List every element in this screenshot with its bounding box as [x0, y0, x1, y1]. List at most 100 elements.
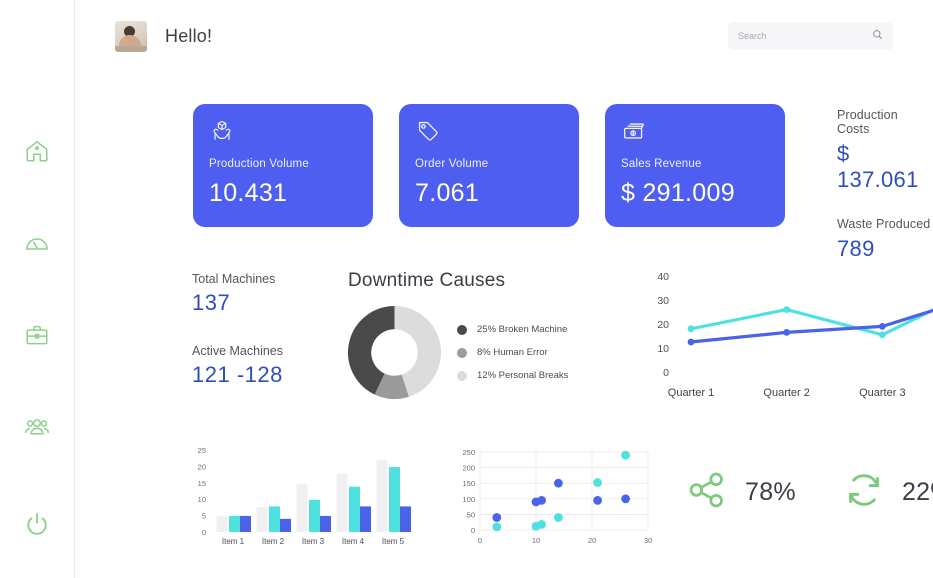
legend-label: 8% Human Error: [477, 347, 548, 358]
percent-value: 22%: [901, 478, 933, 506]
y-tick-label: 30: [657, 295, 669, 307]
y-tick-label: 0: [202, 528, 206, 537]
kpi-card-production-volume[interactable]: Production Volume 10.431: [193, 104, 373, 227]
stat-value: $ 137.061: [837, 141, 919, 192]
kpi-card-row: Production Volume 10.431 Order Volume 7.…: [193, 104, 785, 227]
y-tick-label: 15: [198, 479, 206, 488]
y-tick-label: 0: [663, 367, 669, 379]
kpi-label: Order Volume: [415, 158, 489, 170]
bar-y-axis: 0 5 10 15 20 25: [198, 446, 206, 537]
scatter-point: [593, 495, 602, 505]
scatter-chart: 0 50 100 150 200 250 0 10 20 30: [462, 448, 652, 545]
share-network-icon: [685, 468, 729, 517]
machine-stats: Total Machines 137 Active Machines 121 -…: [192, 272, 283, 388]
line-data-point: [687, 338, 695, 346]
home-icon: [24, 138, 50, 164]
y-tick-label: 20: [657, 319, 669, 331]
line-data-point: [878, 323, 886, 330]
stat-label: Active Machines: [192, 344, 284, 358]
scatter-point: [593, 478, 602, 487]
search-icon[interactable]: [872, 27, 883, 45]
avatar-foreground: [115, 45, 147, 52]
stat-active-machines: Active Machines 121 -128: [192, 344, 283, 388]
bar-rect: [309, 499, 320, 532]
line-series-group: [687, 306, 933, 346]
main-content: Hello! Search Production Volume 10.431 O…: [75, 0, 933, 578]
x-tick-label: 20: [588, 536, 596, 545]
y-tick-label: 40: [657, 271, 669, 283]
y-tick-label: 10: [657, 343, 669, 355]
sidebar-item-home[interactable]: [14, 128, 60, 174]
bar-rect: [336, 473, 348, 532]
donut-segment: [374, 373, 409, 399]
legend-swatch-human-error: [457, 347, 467, 358]
refresh-cycle-icon: [842, 468, 886, 517]
kpi-label: Sales Revenue: [621, 158, 702, 170]
bar-rect: [296, 484, 308, 532]
x-tick-label: Item 4: [342, 537, 365, 546]
line-x-axis: Quarter 1Quarter 2Quarter 3Quarter 4: [668, 387, 906, 399]
x-tick-label: 0: [478, 536, 482, 545]
y-tick-label: 10: [198, 495, 206, 504]
kpi-value: $ 291.009: [621, 179, 735, 207]
kpi-value: 10.431: [209, 179, 288, 207]
kpi-card-order-volume[interactable]: Order Volume 7.061: [399, 104, 579, 227]
scatter-point: [554, 513, 563, 522]
x-tick-label: Quarter 3: [859, 387, 905, 399]
x-tick-label: Quarter 1: [668, 387, 714, 399]
sidebar-item-work[interactable]: [14, 312, 60, 358]
legend-label: 12% Personal Breaks: [477, 370, 569, 381]
bar-rect: [349, 486, 360, 532]
sidebar-item-dashboard[interactable]: [14, 220, 60, 266]
line-data-point: [687, 325, 695, 333]
y-tick-label: 250: [462, 448, 475, 457]
money-bills-icon: [621, 118, 769, 144]
y-tick-label: 0: [471, 526, 475, 535]
line-data-point: [878, 331, 886, 339]
kpi-value: 7.061: [415, 179, 480, 207]
sidebar-item-team[interactable]: [14, 404, 60, 450]
line-data-point: [783, 329, 791, 336]
x-tick-label: Item 3: [302, 537, 325, 546]
y-tick-label: 20: [198, 462, 206, 471]
stat-value: 121 -128: [192, 362, 283, 387]
quarterly-line-chart: 0 10 20 30 40 Quarter 1Quarter 2Quarter 3Qua…: [657, 271, 933, 399]
greeting-text: Hello!: [165, 25, 213, 46]
search-box[interactable]: [728, 22, 893, 50]
y-tick-label: 25: [198, 446, 206, 455]
percent-widgets: 78% 22%: [685, 468, 933, 517]
items-bar-chart: 0510152025 Item 1 Item 2 Item 3 Item 4 Item …: [198, 446, 411, 546]
legend-swatch-broken-machine: [457, 324, 467, 335]
stat-waste-produced: Waste Produced 789: [837, 217, 933, 262]
legend-label: 25% Broken Machine: [477, 324, 568, 335]
users-icon: [24, 414, 50, 440]
bar-rect: [256, 507, 268, 532]
sidebar-item-power[interactable]: [14, 502, 60, 548]
bar-rect: [400, 506, 411, 532]
y-tick-label: 50: [467, 510, 475, 519]
x-tick-label: Item 1: [222, 537, 245, 546]
scatter-y-axis: 0 50 100 150 200 250: [462, 448, 475, 535]
search-input[interactable]: [738, 31, 872, 41]
x-tick-label: 30: [644, 536, 652, 545]
briefcase-icon: [24, 322, 50, 348]
chart-title: Downtime Causes: [348, 270, 506, 291]
bar-rect: [229, 515, 240, 532]
line-path: [689, 308, 933, 344]
stat-production-costs: Production Costs $ 137.061: [837, 108, 933, 193]
percent-widget-share: 78%: [685, 468, 796, 517]
scatter-point: [492, 513, 502, 522]
legend-item: 12% Personal Breaks: [457, 370, 568, 381]
scatter-point: [621, 494, 630, 504]
downtime-causes-chart: Downtime Causes 25% Broken Machine 8% Hu…: [348, 270, 598, 399]
scatter-point: [537, 495, 546, 505]
stat-label: Waste Produced: [837, 217, 931, 231]
kpi-card-sales-revenue[interactable]: Sales Revenue $ 291.009: [605, 104, 785, 227]
scatter-points-group: [492, 450, 630, 532]
x-tick-label: Item 2: [262, 537, 285, 546]
line-data-point: [783, 306, 791, 313]
kpi-label: Production Volume: [209, 158, 309, 170]
percent-widget-refresh: 22%: [842, 468, 933, 517]
scatter-point: [554, 478, 563, 488]
bar-x-axis: Item 1 Item 2 Item 3 Item 4 Item 5: [222, 537, 405, 546]
